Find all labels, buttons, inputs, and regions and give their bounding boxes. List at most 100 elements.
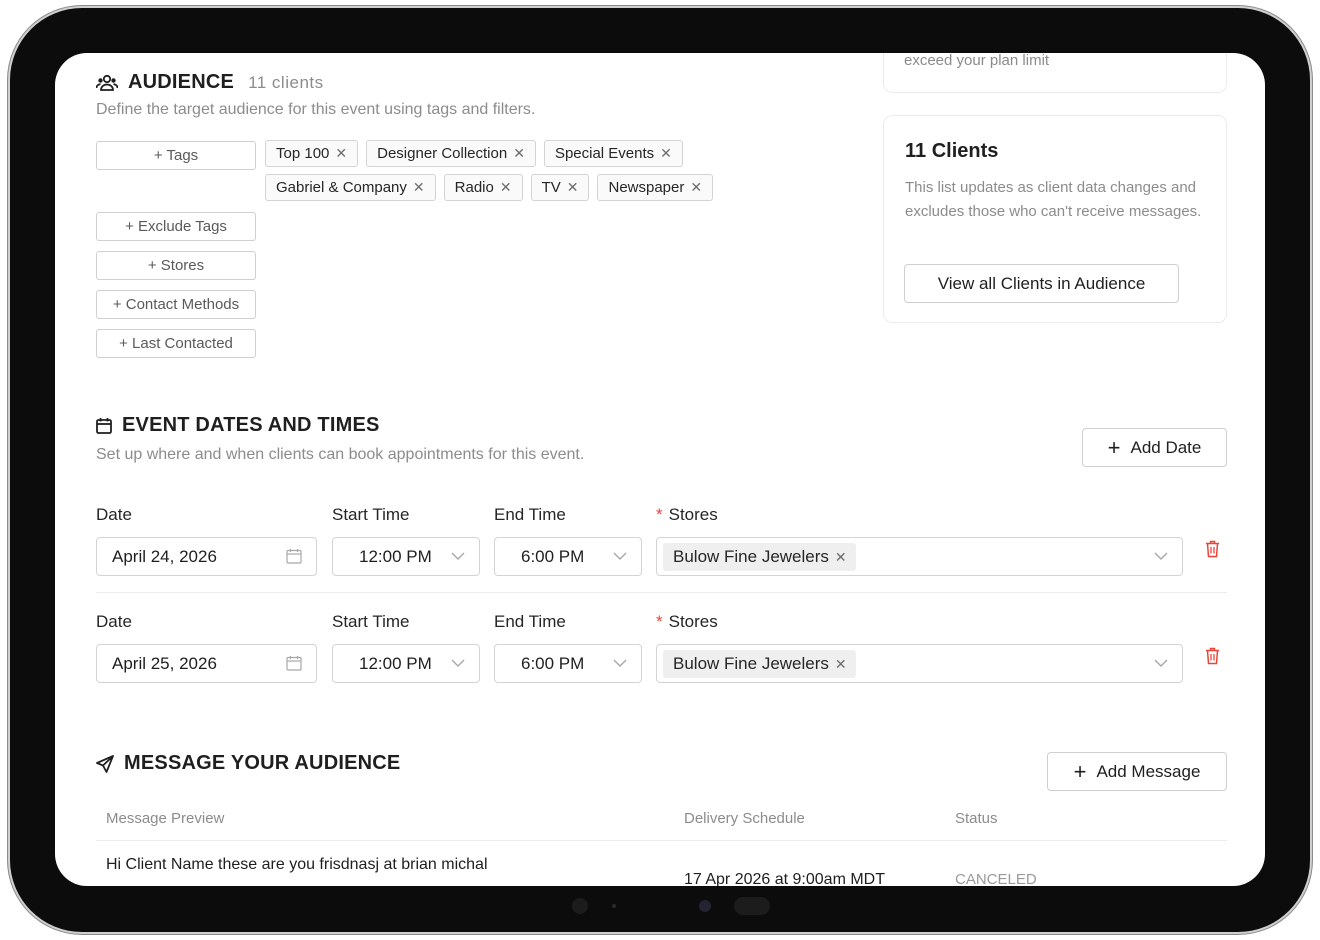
chevron-down-icon: [451, 552, 465, 560]
add-date-label: Add Date: [1130, 437, 1202, 457]
tag-chip: Designer Collection ✕: [366, 140, 536, 167]
end-time-select[interactable]: 6:00 PM: [494, 537, 642, 576]
add-tags-button[interactable]: + Tags: [96, 141, 256, 170]
stores-label: * Stores: [656, 612, 718, 632]
stores-label-text: Stores: [668, 505, 718, 524]
contact-methods-button[interactable]: + Contact Methods: [96, 290, 256, 319]
remove-store-icon[interactable]: ✕: [835, 549, 847, 566]
stores-filter-button[interactable]: + Stores: [96, 251, 256, 280]
tag-label: Top 100: [276, 145, 330, 162]
date-label: Date: [96, 612, 132, 631]
remove-tag-icon[interactable]: ✕: [690, 179, 702, 196]
stores-label: * Stores: [656, 505, 718, 525]
audience-title: AUDIENCE: [128, 71, 235, 93]
tag-label: Gabriel & Company: [276, 179, 407, 196]
start-time-value: 12:00 PM: [359, 653, 432, 673]
app-screen: AUDIENCE 11 clients Define the target au…: [55, 53, 1265, 886]
delete-date-icon[interactable]: [1205, 647, 1220, 665]
end-time-label: End Time: [494, 612, 566, 631]
chevron-down-icon: [451, 659, 465, 667]
tag-label: Newspaper: [608, 179, 685, 196]
plus-icon: +: [1107, 434, 1121, 460]
column-header-message-preview: Message Preview: [106, 810, 225, 827]
event-dates-header: EVENT DATES AND TIMES: [96, 414, 380, 437]
store-chip: Bulow Fine Jewelers ✕: [663, 543, 856, 571]
tag-chip: Newspaper ✕: [597, 174, 714, 201]
chevron-down-icon: [613, 552, 627, 560]
start-time-label: Start Time: [332, 612, 410, 631]
add-message-button[interactable]: + Add Message: [1047, 752, 1227, 791]
start-time-select[interactable]: 12:00 PM: [332, 644, 480, 683]
required-mark: *: [656, 612, 663, 631]
chevron-down-icon: [1154, 552, 1168, 560]
remove-tag-icon[interactable]: ✕: [660, 145, 672, 162]
end-time-select[interactable]: 6:00 PM: [494, 644, 642, 683]
date-value: April 24, 2026: [112, 546, 217, 566]
stores-select[interactable]: Bulow Fine Jewelers ✕: [656, 537, 1183, 576]
calendar-icon: [286, 656, 302, 671]
stores-label-text: Stores: [668, 612, 718, 631]
message-preview-cell: Hi Client Name these are you frisdnasj a…: [106, 856, 488, 873]
delete-date-icon[interactable]: [1205, 540, 1220, 558]
end-time-label: End Time: [494, 505, 566, 524]
row-divider: [96, 592, 1227, 593]
chevron-down-icon: [613, 659, 627, 667]
tag-label: TV: [541, 179, 561, 196]
last-contacted-button[interactable]: + Last Contacted: [96, 329, 256, 358]
camera-bar: [560, 896, 780, 918]
event-dates-description: Set up where and when clients can book a…: [96, 446, 585, 463]
end-time-value: 6:00 PM: [521, 653, 585, 673]
tag-chip: Top 100 ✕: [265, 140, 359, 167]
tag-chip: Radio ✕: [443, 174, 523, 201]
store-chip-label: Bulow Fine Jewelers: [673, 654, 829, 673]
date-label: Date: [96, 505, 132, 524]
users-icon: [96, 74, 118, 91]
start-time-label: Start Time: [332, 505, 410, 524]
required-mark: *: [656, 505, 663, 524]
status-badge: CANCELED: [955, 871, 1037, 886]
remove-store-icon[interactable]: ✕: [835, 656, 847, 673]
view-all-clients-button[interactable]: View all Clients in Audience: [904, 264, 1179, 303]
stores-select[interactable]: Bulow Fine Jewelers ✕: [656, 644, 1183, 683]
audience-header: AUDIENCE 11 clients: [96, 71, 324, 94]
remove-tag-icon[interactable]: ✕: [500, 179, 512, 196]
column-header-status: Status: [955, 810, 998, 827]
delivery-schedule-cell: 17 Apr 2026 at 9:00am MDT: [684, 871, 885, 886]
store-chip-label: Bulow Fine Jewelers: [673, 547, 829, 566]
date-picker[interactable]: April 24, 2026: [96, 537, 317, 576]
column-header-delivery-schedule: Delivery Schedule: [684, 810, 805, 827]
date-value: April 25, 2026: [112, 653, 217, 673]
date-picker[interactable]: April 25, 2026: [96, 644, 317, 683]
remove-tag-icon[interactable]: ✕: [513, 145, 525, 162]
calendar-icon: [96, 418, 112, 434]
tag-list: Top 100 ✕ Designer Collection ✕ Special Ev…: [265, 140, 735, 201]
calendar-icon: [286, 549, 302, 564]
remove-tag-icon[interactable]: ✕: [335, 145, 347, 162]
add-message-label: Add Message: [1096, 761, 1201, 781]
send-icon: [96, 754, 114, 773]
exclude-tags-button[interactable]: + Exclude Tags: [96, 212, 256, 241]
table-header-divider: [96, 840, 1227, 841]
store-chip: Bulow Fine Jewelers ✕: [663, 650, 856, 678]
plan-limit-card: exceed your plan limit: [883, 53, 1227, 93]
plus-icon: +: [1073, 758, 1087, 784]
add-date-button[interactable]: + Add Date: [1082, 428, 1227, 467]
tag-chip: Gabriel & Company ✕: [265, 174, 436, 201]
messages-header: MESSAGE YOUR AUDIENCE: [96, 752, 400, 775]
plan-limit-text: exceed your plan limit: [904, 53, 1050, 69]
end-time-value: 6:00 PM: [521, 546, 585, 566]
chevron-down-icon: [1154, 659, 1168, 667]
audience-count: 11 clients: [248, 72, 324, 92]
start-time-value: 12:00 PM: [359, 546, 432, 566]
messages-title: MESSAGE YOUR AUDIENCE: [124, 752, 401, 774]
clients-summary-text: This list updates as client data changes…: [905, 179, 1202, 220]
start-time-select[interactable]: 12:00 PM: [332, 537, 480, 576]
tag-chip: TV ✕: [530, 174, 590, 201]
remove-tag-icon[interactable]: ✕: [413, 179, 425, 196]
tag-chip: Special Events ✕: [543, 140, 683, 167]
tag-label: Special Events: [554, 145, 655, 162]
remove-tag-icon[interactable]: ✕: [567, 179, 579, 196]
clients-summary-card: 11 Clients This list updates as client d…: [883, 115, 1227, 323]
audience-description: Define the target audience for this even…: [96, 101, 536, 118]
tag-label: Radio: [454, 179, 494, 196]
